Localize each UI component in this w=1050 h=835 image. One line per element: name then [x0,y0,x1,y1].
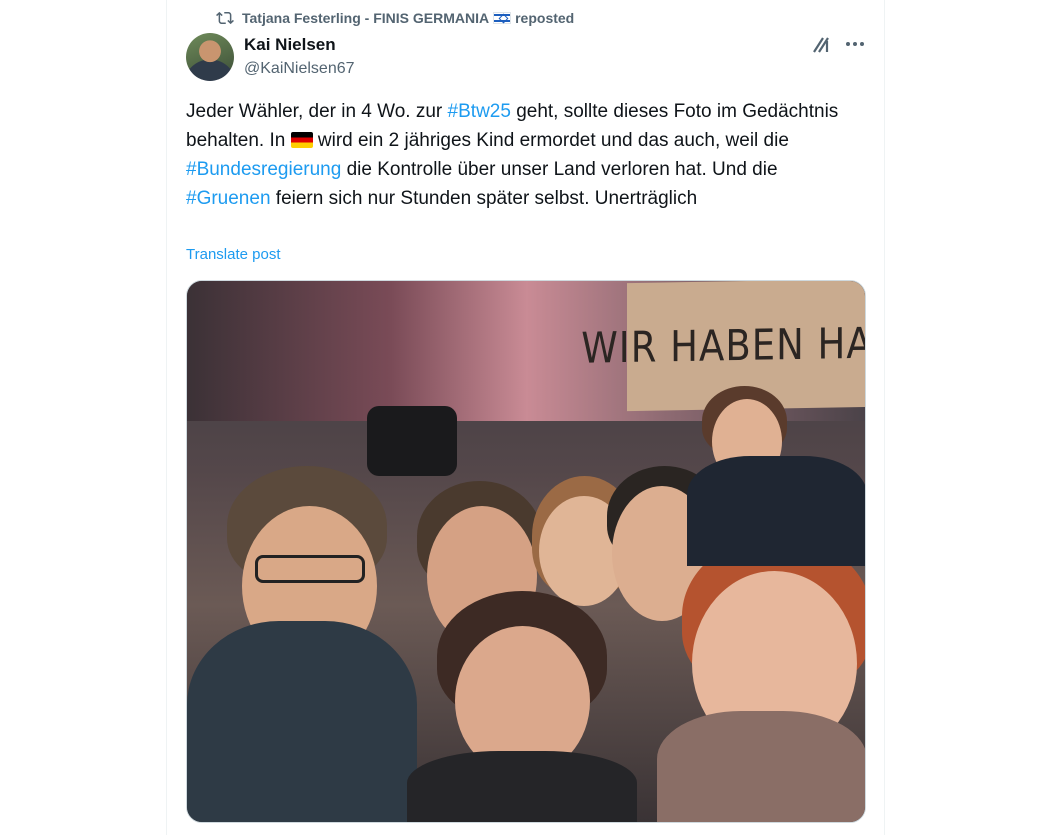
post-text-segment: feiern sich nur Stunden später selbst. U… [270,188,698,209]
israel-flag-icon [493,12,512,24]
camera [367,406,457,476]
post-text: Jeder Wähler, der in 4 Wo. zur #Btw25 ge… [186,97,866,213]
author-name[interactable]: Kai Nielsen [244,34,355,55]
translate-post-link[interactable]: Translate post [186,246,281,263]
post-text-segment: die Kontrolle über unser Land verloren h… [341,159,778,180]
post-text-segment: Jeder Wähler, der in 4 Wo. zur [186,101,448,122]
hashtag-link[interactable]: #Btw25 [448,101,511,122]
grok-icon[interactable] [810,32,834,56]
hashtag-link[interactable]: #Gruenen [186,188,271,209]
hashtag-link[interactable]: #Bundesregierung [186,159,341,180]
person-jacket [187,621,417,822]
repost-header: Tatjana Festerling - FINIS GERMANIA repo… [216,8,574,28]
person-jacket [687,456,865,566]
sign-text: WIR HABEN HALT [581,317,866,373]
glasses [255,555,365,583]
repost-icon [216,11,234,25]
more-icon[interactable] [843,32,867,56]
author-handle[interactable]: @KaiNielsen67 [244,58,355,79]
avatar[interactable] [186,33,234,81]
person-jacket [407,751,637,822]
person-scarf [657,711,865,822]
repost-suffix: reposted [515,10,575,26]
reposter-name[interactable]: Tatjana Festerling - FINIS GERMANIA [242,10,489,26]
post-text-segment: wird ein 2 jähriges Kind ermordet und da… [312,130,789,151]
author-block: Kai Nielsen @KaiNielsen67 [244,34,355,79]
germany-flag-icon [290,132,313,148]
post-photo[interactable]: WIR HABEN HALT [186,280,866,823]
